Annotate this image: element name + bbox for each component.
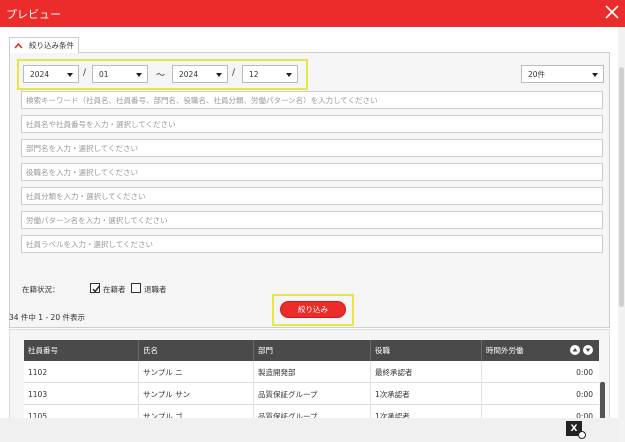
excel-badge-dot <box>578 431 586 439</box>
th-overtime[interactable]: 時間外労働 <box>482 340 599 361</box>
month-to-value: 12 <box>249 69 259 79</box>
category-input[interactable]: 社員分類を入力・選択してください <box>21 187 603 205</box>
th-label: 氏名 <box>143 346 158 355</box>
page-size-select[interactable]: 20件 <box>521 65 604 83</box>
label-placeholder: 社員ラベルを入力・選択してください <box>26 239 154 249</box>
pattern-input[interactable]: 労働パターン名を入力・選択してください <box>21 211 603 229</box>
cell-employee-no: 1102 <box>24 361 139 383</box>
sort-down-icon[interactable] <box>583 345 593 355</box>
result-count: 34 件中 1 - 20 件表示 <box>9 313 85 322</box>
filter-toggle-tab[interactable]: 絞り込み条件 <box>9 37 79 53</box>
th-label: 役職 <box>375 346 390 355</box>
cell-position: 最終承認者 <box>371 361 482 383</box>
employee-input[interactable]: 社員名や社員番号を入力・選択してください <box>21 115 603 133</box>
pattern-placeholder: 労働パターン名を入力・選択してください <box>26 215 168 225</box>
position-input[interactable]: 役職名を入力・選択してください <box>21 163 603 181</box>
cell-employee-no: 1103 <box>24 383 139 405</box>
caret-down-icon <box>136 73 142 77</box>
dialog-body: 絞り込み条件 2024 / 01 ～ 2024 / 12 20件 検索キーワード… <box>0 27 618 442</box>
th-label: 時間外労働 <box>486 346 524 355</box>
year-to-select[interactable]: 2024 <box>172 65 228 83</box>
checkmark-icon <box>92 285 101 293</box>
table-row[interactable]: 1103 サンプル サン 品質保証グループ 1次承認者 0:00 <box>24 383 599 405</box>
keyword-placeholder: 検索キーワード（社員名、社員番号、部門名、役職名、社員分類、労働パターン名）を入… <box>26 95 378 105</box>
bottom-bar <box>0 418 618 442</box>
date-slash: / <box>232 68 236 78</box>
th-position[interactable]: 役職 <box>371 340 482 361</box>
filter-panel: 2024 / 01 ～ 2024 / 12 20件 検索キーワード（社員名、社員… <box>9 52 610 328</box>
range-separator: ～ <box>156 71 166 81</box>
th-label: 部門 <box>258 346 273 355</box>
dialog-scrollbar-thumb[interactable] <box>619 67 624 307</box>
retired-checkbox[interactable] <box>131 283 141 293</box>
department-input[interactable]: 部門名を入力・選択してください <box>21 139 603 157</box>
dialog-title: プレビュー <box>6 8 61 21</box>
cell-overtime: 0:00 <box>576 389 593 399</box>
caret-down-icon <box>592 73 598 77</box>
category-placeholder: 社員分類を入力・選択してください <box>26 191 146 201</box>
filter-tab-label: 絞り込み条件 <box>29 41 74 50</box>
th-label: 社員番号 <box>28 346 58 355</box>
keyword-input[interactable]: 検索キーワード（社員名、社員番号、部門名、役職名、社員分類、労働パターン名）を入… <box>21 91 603 109</box>
year-to-value: 2024 <box>179 69 199 79</box>
department-placeholder: 部門名を入力・選択してください <box>26 143 139 153</box>
th-department[interactable]: 部門 <box>254 340 371 361</box>
chevron-up-icon <box>14 42 23 49</box>
filter-submit-button[interactable]: 絞り込み <box>280 301 346 318</box>
dialog-header: プレビュー <box>0 0 625 27</box>
caret-down-icon <box>286 73 292 77</box>
caret-down-icon <box>216 73 222 77</box>
th-name[interactable]: 氏名 <box>139 340 254 361</box>
date-slash: / <box>83 68 87 78</box>
retired-checkbox-label: 退職者 <box>144 285 167 294</box>
cell-overtime: 0:00 <box>576 367 593 377</box>
active-checkbox-label: 在籍者 <box>103 285 126 294</box>
dialog-scrollbar-track[interactable] <box>618 27 625 442</box>
cell-department: 製造開発部 <box>254 361 371 383</box>
filter-submit-label: 絞り込み <box>298 305 328 314</box>
table-row[interactable]: 1102 サンプル ニ 製造開発部 最終承認者 0:00 <box>24 361 599 383</box>
cell-position: 1次承認者 <box>371 383 482 405</box>
close-icon[interactable] <box>605 5 619 19</box>
cell-department: 品質保証グループ <box>254 383 371 405</box>
month-to-select[interactable]: 12 <box>242 65 298 83</box>
caret-down-icon <box>67 73 73 77</box>
month-from-value: 01 <box>99 69 109 79</box>
cell-name: サンプル ニ <box>139 361 254 383</box>
month-from-select[interactable]: 01 <box>92 65 148 83</box>
employee-placeholder: 社員名や社員番号を入力・選択してください <box>26 119 176 129</box>
active-checkbox[interactable] <box>90 283 101 293</box>
sort-up-icon[interactable] <box>570 345 580 355</box>
position-placeholder: 役職名を入力・選択してください <box>26 167 139 177</box>
th-employee-no[interactable]: 社員番号 <box>24 340 139 361</box>
table-header: 社員番号 氏名 部門 役職 時間外労働 <box>24 340 599 361</box>
label-input[interactable]: 社員ラベルを入力・選択してください <box>21 235 603 253</box>
cell-name: サンプル サン <box>139 383 254 405</box>
page-size-value: 20件 <box>528 69 546 79</box>
year-from-select[interactable]: 2024 <box>23 65 79 83</box>
year-from-value: 2024 <box>30 69 50 79</box>
status-label: 在籍状況： <box>22 285 60 294</box>
sort-controls <box>570 345 593 355</box>
excel-icon[interactable]: X <box>566 421 586 439</box>
